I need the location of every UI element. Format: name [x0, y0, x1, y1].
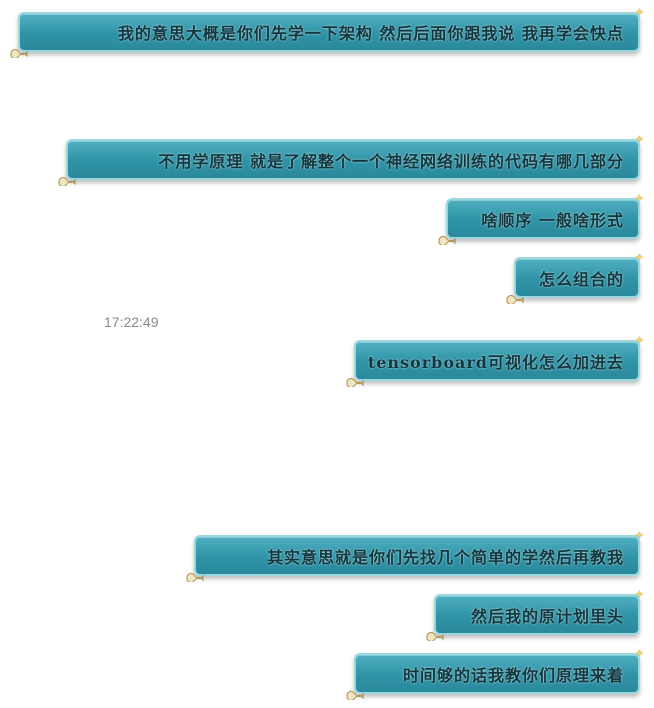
message-bubble[interactable]: ✦ 不用学原理 就是了解整个一个神经网络训练的代码有哪几部分 [58, 134, 644, 186]
message-text: tensorboard可视化怎么加进去 [367, 352, 624, 372]
star-icon: ✦ [634, 588, 644, 601]
star-icon: ✦ [634, 6, 644, 19]
scroll-icon [506, 292, 524, 304]
star-icon: ✦ [634, 647, 644, 660]
star-icon: ✦ [634, 334, 644, 347]
scroll-icon [58, 174, 76, 186]
message-text: 其实意思就是你们先找几个简单的学然后再教我 [266, 547, 624, 567]
star-icon: ✦ [634, 133, 644, 146]
star-icon: ✦ [634, 192, 644, 205]
scroll-icon [10, 46, 28, 58]
message-text: 然后我的原计划里头 [470, 606, 624, 626]
scroll-icon [438, 233, 456, 245]
message-bubble[interactable]: ✦ 怎么组合的 [506, 252, 644, 304]
message-timestamp: 17:22:49 [104, 314, 159, 330]
message-text: 怎么组合的 [538, 269, 624, 289]
message-text: 啥顺序 一般啥形式 [481, 210, 624, 230]
message-bubble[interactable]: ✦ 啥顺序 一般啥形式 [438, 193, 644, 245]
message-bubble[interactable]: ✦ 然后我的原计划里头 [426, 589, 644, 641]
message-bubble[interactable]: ✦ tensorboard可视化怎么加进去 [346, 335, 644, 387]
scroll-icon [346, 375, 364, 387]
message-bubble[interactable]: ✦ 其实意思就是你们先找几个简单的学然后再教我 [186, 530, 644, 582]
message-text: 我的意思大概是你们先学一下架构 然后后面你跟我说 我再学会快点 [117, 24, 624, 43]
message-bubble[interactable]: ✦ 我的意思大概是你们先学一下架构 然后后面你跟我说 我再学会快点 [10, 7, 644, 58]
star-icon: ✦ [634, 529, 644, 542]
scroll-icon [186, 570, 204, 582]
message-text: 时间够的话我教你们原理来着 [402, 665, 624, 685]
scroll-icon [426, 629, 444, 641]
star-icon: ✦ [634, 251, 644, 264]
message-text: 不用学原理 就是了解整个一个神经网络训练的代码有哪几部分 [158, 151, 624, 171]
scroll-icon [346, 688, 364, 700]
message-bubble[interactable]: ✦ 时间够的话我教你们原理来着 [346, 648, 644, 700]
